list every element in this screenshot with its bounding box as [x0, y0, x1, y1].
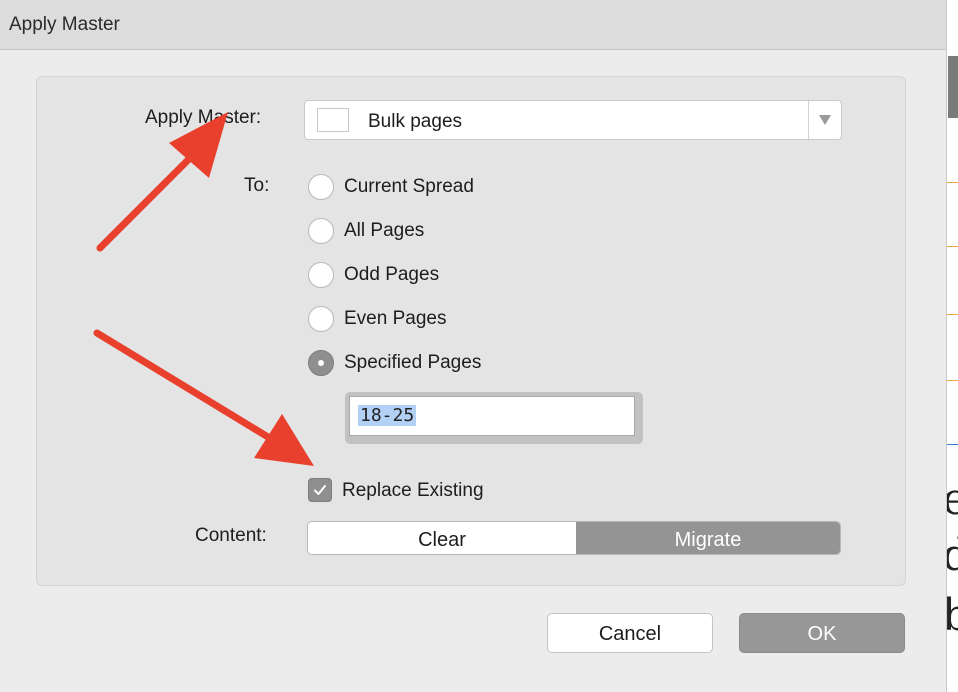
document-text-glyph: e	[946, 478, 958, 522]
guide-mark	[946, 182, 958, 183]
ok-button[interactable]: OK	[739, 613, 905, 653]
radio-button-selected[interactable]	[308, 350, 334, 376]
radio-button[interactable]	[308, 262, 334, 288]
specified-pages-input[interactable]: 18-25	[349, 396, 635, 436]
guide-mark	[946, 380, 958, 381]
segment-migrate[interactable]: Migrate	[576, 522, 840, 554]
document-text-glyph: b	[946, 594, 958, 638]
radio-label: Current Spread	[344, 176, 474, 197]
title-bar: Apply Master	[0, 0, 946, 50]
radio-label: All Pages	[344, 220, 425, 241]
background-scrollbar	[948, 56, 958, 118]
radio-label: Odd Pages	[344, 264, 440, 285]
content-label: Content:	[195, 525, 267, 546]
guide-mark	[946, 246, 958, 247]
cancel-button[interactable]: Cancel	[547, 613, 713, 653]
apply-master-dialog: Apply Master Apply Master: Bulk pages To…	[0, 0, 947, 692]
document-text-glyph: d	[946, 534, 958, 578]
specified-pages-value: 18-25	[358, 405, 417, 426]
radio-button[interactable]	[308, 218, 334, 244]
segment-clear[interactable]: Clear	[308, 522, 576, 554]
select-divider	[808, 101, 809, 139]
options-group	[36, 76, 906, 586]
radio-button[interactable]	[308, 306, 334, 332]
radio-label: Even Pages	[344, 308, 447, 329]
apply-master-label: Apply Master:	[145, 107, 262, 128]
guide-mark	[946, 314, 958, 315]
specified-pages-focus-ring: 18-25	[345, 392, 643, 444]
window-title: Apply Master	[9, 14, 120, 35]
radio-label: Specified Pages	[344, 352, 482, 373]
master-swatch	[317, 108, 349, 132]
chevron-down-icon[interactable]	[819, 115, 831, 125]
radio-button[interactable]	[308, 174, 334, 200]
to-label: To:	[244, 175, 270, 196]
guide-mark	[946, 444, 958, 445]
background-document: e d b	[946, 0, 958, 692]
content-segmented-control: Clear Migrate	[307, 521, 841, 555]
checkmark-icon	[314, 485, 326, 495]
replace-existing-checkbox[interactable]	[308, 478, 332, 502]
master-select-value: Bulk pages	[368, 111, 463, 132]
master-select[interactable]: Bulk pages	[304, 100, 842, 140]
replace-existing-label: Replace Existing	[342, 480, 484, 501]
